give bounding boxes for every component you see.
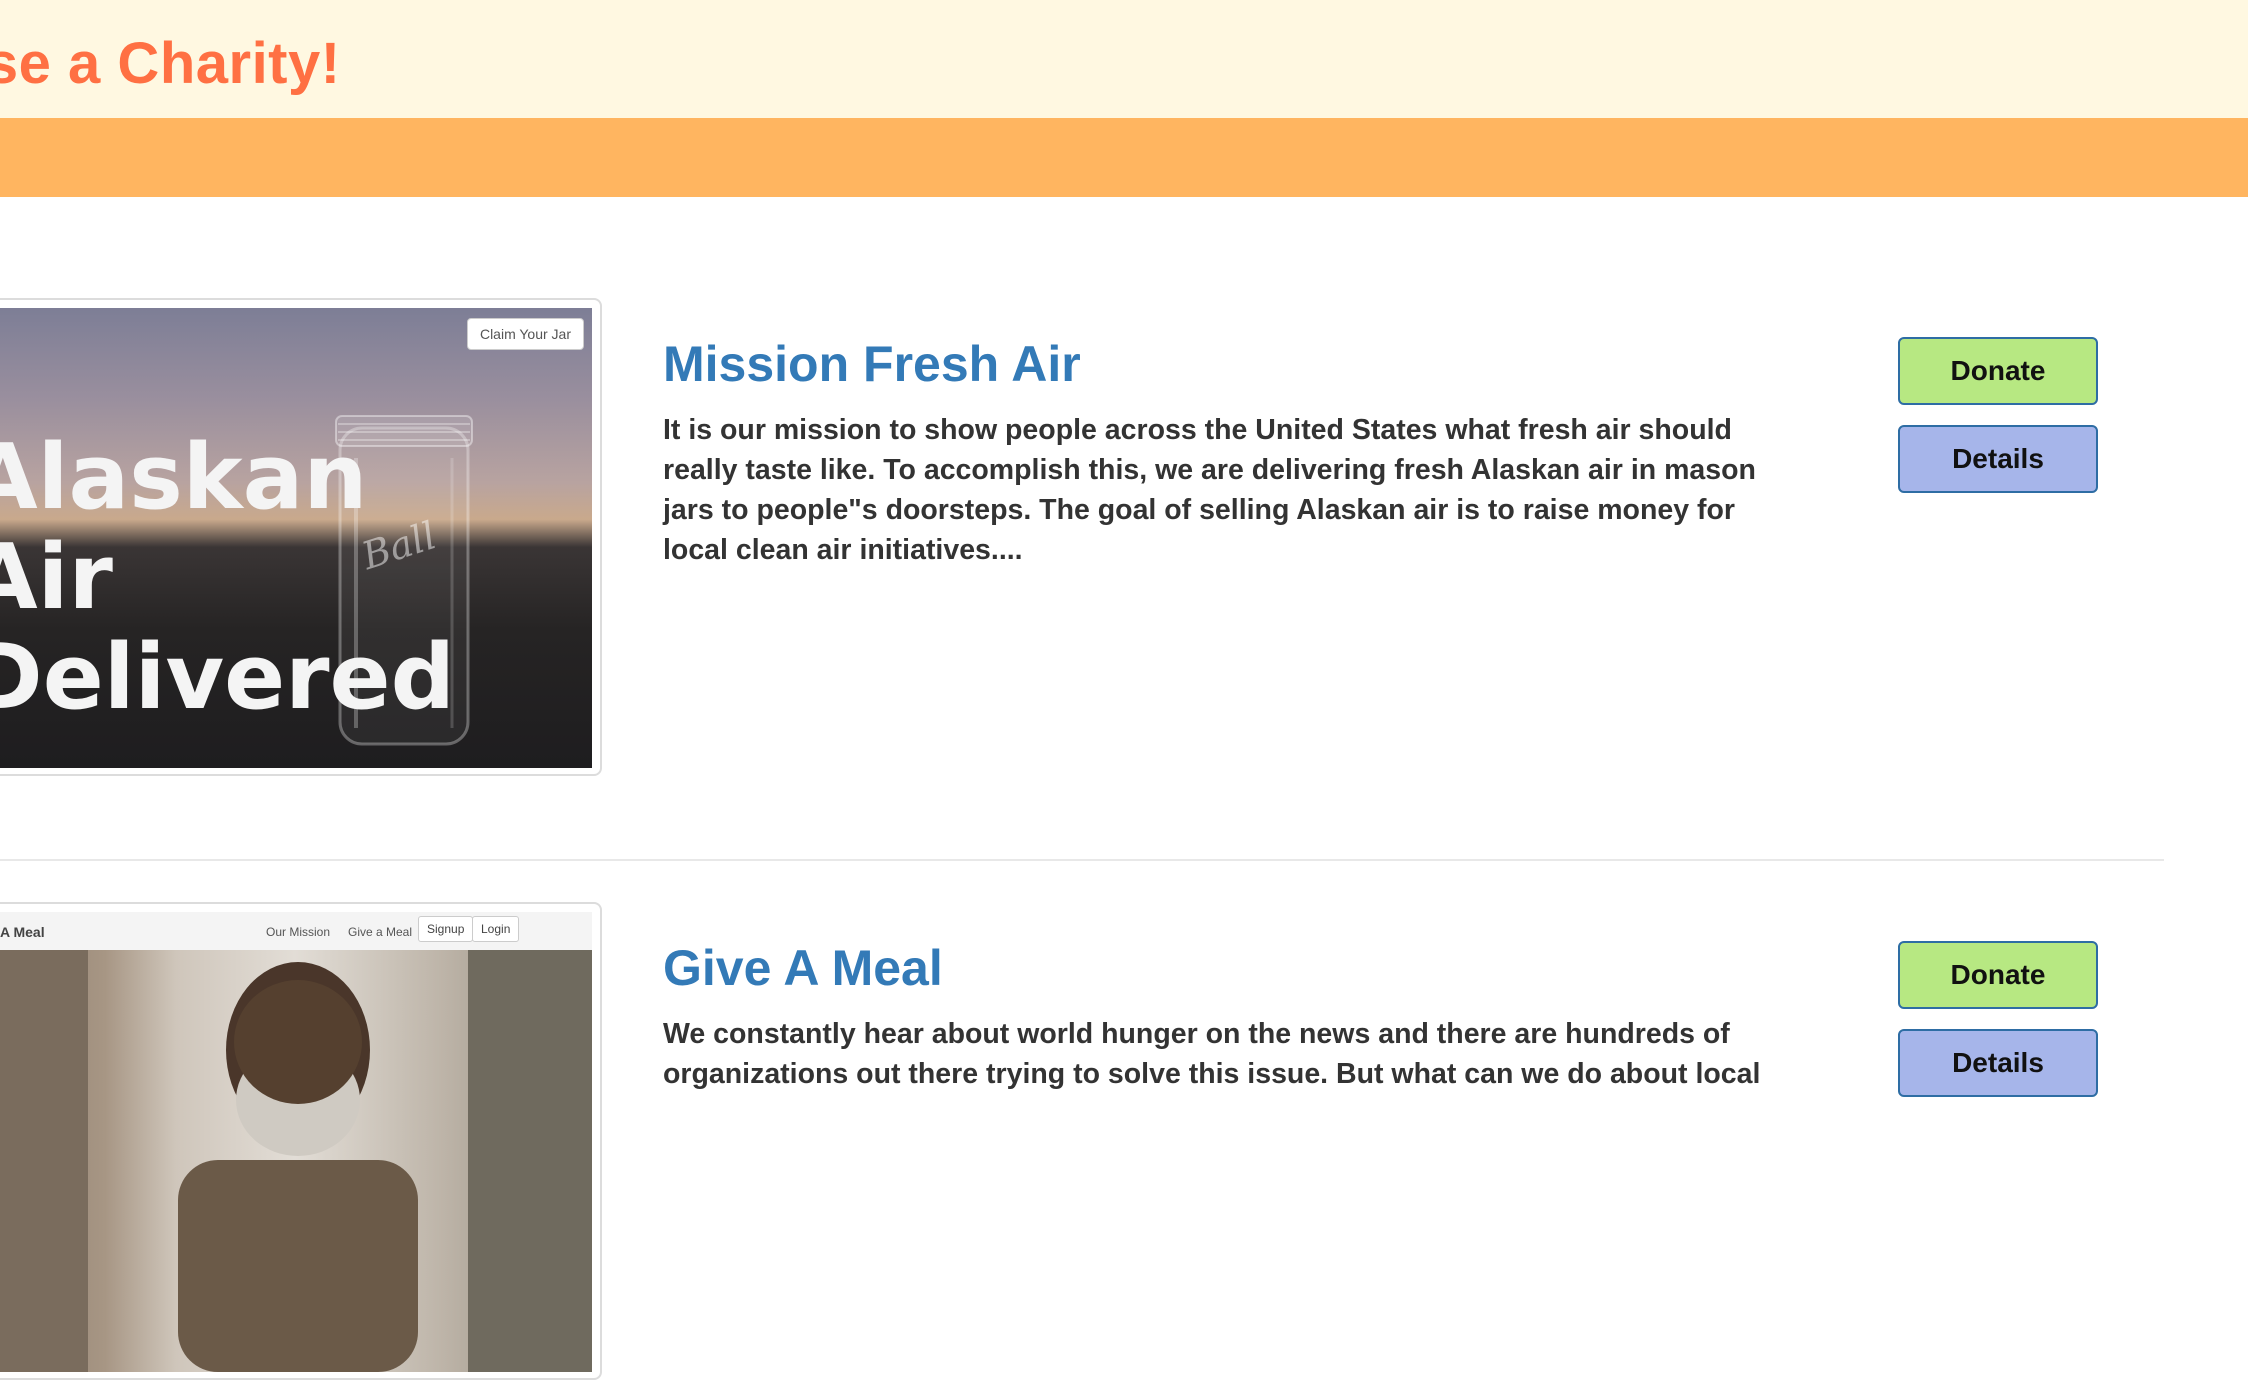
page-title: ose a Charity! — [0, 31, 341, 96]
donate-button[interactable]: Donate — [1898, 337, 2098, 405]
donate-button[interactable]: Donate — [1898, 941, 2098, 1009]
charity-image: A Meal Our Mission Give a Meal Signup Lo… — [0, 912, 592, 1372]
details-button[interactable]: Details — [1898, 1029, 2098, 1097]
site-preview-navbar: A Meal Our Mission Give a Meal Signup Lo… — [0, 912, 592, 951]
top-header: ose a Charity! — [0, 0, 2248, 118]
details-button[interactable]: Details — [1898, 425, 2098, 493]
charity-thumbnail[interactable]: A Meal Our Mission Give a Meal Signup Lo… — [0, 902, 602, 1380]
image-overlay-text: Alaskan Air Delivered — [0, 425, 456, 730]
charity-description: We constantly hear about world hunger on… — [663, 1018, 1761, 1090]
site-preview-brand: A Meal — [0, 924, 45, 940]
site-preview-link: Give a Meal — [348, 925, 413, 939]
card-divider — [0, 859, 2164, 861]
claim-your-jar-button: Claim Your Jar — [466, 318, 584, 350]
charity-image: Ball Alaskan Air Delivered Claim Your Ja… — [0, 308, 592, 768]
site-preview-link: Our Mission — [266, 925, 331, 939]
orange-banner — [0, 118, 2248, 197]
man-portrait-photo — [0, 950, 592, 1372]
portrait-icon — [0, 950, 592, 1372]
site-preview-signup: Signup — [418, 916, 474, 942]
charity-title[interactable]: Mission Fresh Air — [663, 335, 1081, 393]
site-preview-login: Login — [472, 916, 520, 942]
charity-thumbnail[interactable]: Ball Alaskan Air Delivered Claim Your Ja… — [0, 298, 602, 776]
jar-photo: Ball Alaskan Air Delivered Claim Your Ja… — [0, 308, 592, 768]
charity-description: It is our mission to show people across … — [663, 414, 1756, 566]
charity-title[interactable]: Give A Meal — [663, 939, 943, 997]
